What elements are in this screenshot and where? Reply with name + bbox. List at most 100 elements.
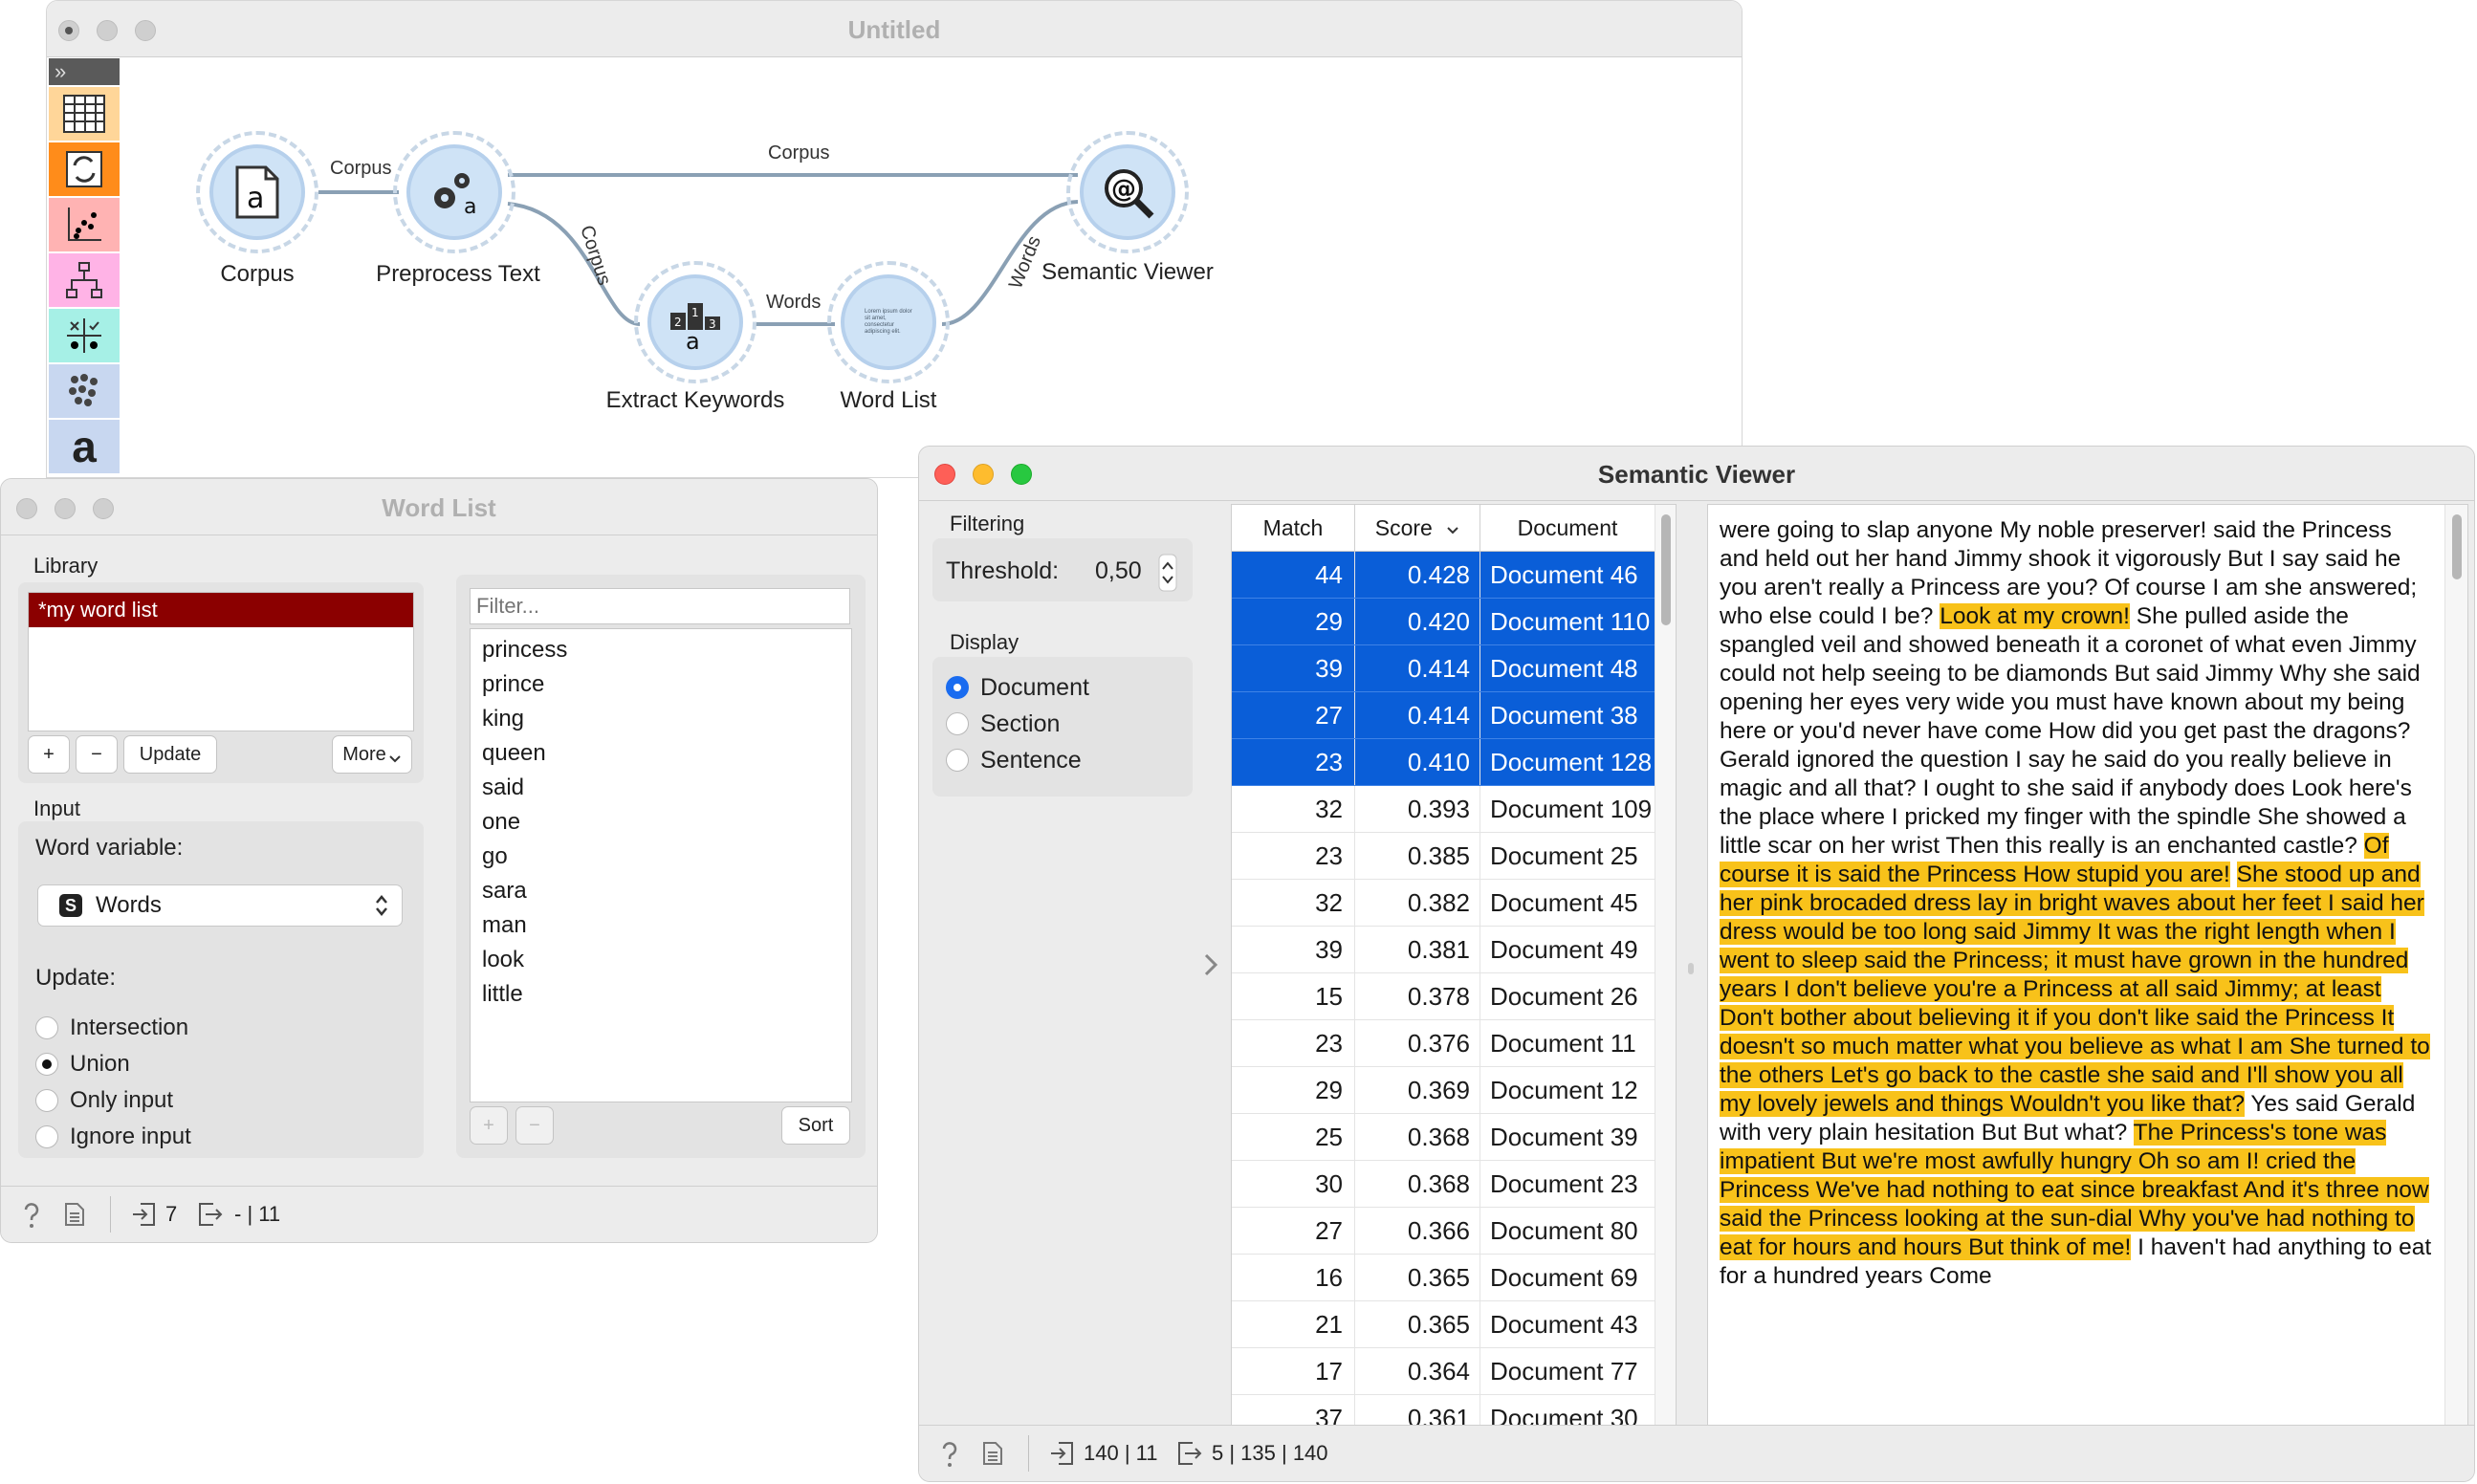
word-list-item[interactable]: look <box>471 943 851 977</box>
add-library-button[interactable]: + <box>28 735 70 774</box>
threshold-value[interactable]: 0,50 <box>1095 557 1142 585</box>
library-item[interactable]: *my word list <box>29 593 413 627</box>
document-icon: a <box>235 165 279 219</box>
preprocess-text-node[interactable]: a <box>406 144 502 240</box>
library-list[interactable]: *my word list <box>28 592 414 731</box>
score-cell: 0.364 <box>1354 1347 1480 1395</box>
table-row[interactable]: 39 0.414 Document 48 <box>1232 644 1655 692</box>
word-list-node[interactable]: Lorem ipsum dolor sit amet, consectetur … <box>841 274 936 370</box>
report-icon[interactable] <box>982 1441 1003 1466</box>
word-list-item[interactable]: said <box>471 771 851 805</box>
help-icon[interactable] <box>22 1202 41 1229</box>
word-list-item[interactable]: go <box>471 840 851 874</box>
remove-library-button[interactable]: − <box>76 735 118 774</box>
intersection-radio[interactable] <box>35 1016 58 1039</box>
section-radio[interactable] <box>946 712 969 735</box>
document-cell: Document 49 <box>1480 926 1655 973</box>
table-row[interactable]: 32 0.382 Document 45 <box>1232 879 1655 927</box>
sentence-radio[interactable] <box>946 749 969 772</box>
word-list-item[interactable]: little <box>471 977 851 1012</box>
word-list-statusbar: 7 - | 11 <box>1 1186 877 1242</box>
ignore-input-radio[interactable] <box>35 1125 58 1148</box>
table-row[interactable]: 27 0.414 Document 38 <box>1232 691 1655 739</box>
only-input-radio[interactable] <box>35 1089 58 1112</box>
semantic-viewer-statusbar: 140 | 11 5 | 135 | 140 <box>919 1425 2474 1481</box>
sort-button[interactable]: Sort <box>781 1106 850 1145</box>
table-scrollbar-thumb[interactable] <box>1661 514 1671 625</box>
semantic-viewer-node[interactable]: @ <box>1080 144 1175 240</box>
table-scrollbar[interactable] <box>1655 505 1676 1430</box>
score-cell: 0.385 <box>1354 832 1480 880</box>
table-row[interactable]: 32 0.393 Document 109 <box>1232 785 1655 833</box>
score-cell: 0.368 <box>1354 1113 1480 1161</box>
word-list-item[interactable]: man <box>471 908 851 943</box>
update-button[interactable]: Update <box>123 735 217 774</box>
document-cell: Document 11 <box>1480 1019 1655 1067</box>
text-passage <box>2230 862 2237 887</box>
document-scrollbar-thumb[interactable] <box>2452 514 2462 579</box>
table-row[interactable]: 23 0.410 Document 128 <box>1232 738 1655 786</box>
filter-input[interactable] <box>470 588 850 624</box>
table-row[interactable]: 44 0.428 Document 46 <box>1232 551 1655 599</box>
match-cell: 27 <box>1232 691 1355 739</box>
score-cell: 0.365 <box>1354 1254 1480 1301</box>
word-variable-select[interactable]: S Words <box>37 884 403 927</box>
word-list-item[interactable]: sara <box>471 874 851 908</box>
link-label-corpus-preprocess: Corpus <box>330 158 392 179</box>
input-count: 140 | 11 <box>1084 1441 1158 1465</box>
svg-text:a: a <box>464 195 476 217</box>
document-radio[interactable] <box>946 676 969 699</box>
score-column-header[interactable]: Score <box>1354 505 1480 552</box>
spinbox-arrows-icon[interactable] <box>1158 554 1177 592</box>
input-icon <box>1051 1442 1073 1465</box>
word-list-item[interactable]: king <box>471 702 851 736</box>
match-cell: 44 <box>1232 551 1355 599</box>
report-icon[interactable] <box>64 1202 85 1227</box>
match-cell: 30 <box>1232 1160 1355 1208</box>
document-cell: Document 128 <box>1480 738 1655 786</box>
union-radio[interactable] <box>35 1053 58 1076</box>
table-row[interactable]: 29 0.369 Document 12 <box>1232 1066 1655 1114</box>
table-row[interactable]: 23 0.385 Document 25 <box>1232 832 1655 880</box>
document-scrollbar[interactable] <box>2444 505 2467 1430</box>
table-row[interactable]: 17 0.364 Document 77 <box>1232 1347 1655 1395</box>
table-row[interactable]: 16 0.365 Document 69 <box>1232 1254 1655 1301</box>
word-list-item[interactable]: princess <box>471 633 851 667</box>
table-row[interactable]: 27 0.366 Document 80 <box>1232 1207 1655 1255</box>
score-cell: 0.414 <box>1354 691 1480 739</box>
section-option-label: Section <box>980 710 1061 737</box>
table-row[interactable]: 23 0.376 Document 11 <box>1232 1019 1655 1067</box>
word-list-node-icon-text: Lorem ipsum dolor sit amet, consectetur … <box>865 309 912 335</box>
splitter-handle[interactable] <box>1688 963 1694 974</box>
word-list-item[interactable]: one <box>471 805 851 840</box>
word-list-titlebar: Word List <box>1 479 877 535</box>
word-list[interactable]: princess prince king queen said one go sara man l… <box>470 628 852 1102</box>
word-list-item[interactable]: queen <box>471 736 851 771</box>
help-icon[interactable] <box>940 1441 959 1468</box>
score-cell: 0.378 <box>1354 972 1480 1020</box>
filtering-heading: Filtering <box>950 512 1025 535</box>
match-cell: 29 <box>1232 1066 1355 1114</box>
extract-keywords-node[interactable]: 213a <box>647 274 743 370</box>
chevron-right-icon[interactable] <box>1202 951 1219 978</box>
match-column-header[interactable]: Match <box>1232 505 1355 552</box>
more-button[interactable]: More <box>332 735 412 774</box>
table-row[interactable]: 25 0.368 Document 39 <box>1232 1113 1655 1161</box>
corpus-node[interactable]: a <box>209 144 305 240</box>
table-row[interactable]: 15 0.378 Document 26 <box>1232 972 1655 1020</box>
add-word-button[interactable]: + <box>470 1106 508 1145</box>
table-row[interactable]: 21 0.365 Document 43 <box>1232 1300 1655 1348</box>
word-list-item[interactable]: prince <box>471 667 851 702</box>
document-cell: Document 26 <box>1480 972 1655 1020</box>
table-row[interactable]: 39 0.381 Document 49 <box>1232 926 1655 973</box>
table-row[interactable]: 30 0.368 Document 23 <box>1232 1160 1655 1208</box>
remove-word-button[interactable]: − <box>515 1106 554 1145</box>
word-list-window: Word List Library *my word list + − Upda… <box>0 478 878 1243</box>
score-column-label: Score <box>1374 514 1433 540</box>
score-cell: 0.428 <box>1354 551 1480 599</box>
corpus-node-label: Corpus <box>220 261 295 287</box>
window-title: Semantic Viewer <box>1597 460 1796 489</box>
document-column-header[interactable]: Document <box>1480 505 1655 552</box>
table-row[interactable]: 29 0.420 Document 110 <box>1232 598 1655 645</box>
match-cell: 21 <box>1232 1300 1355 1348</box>
